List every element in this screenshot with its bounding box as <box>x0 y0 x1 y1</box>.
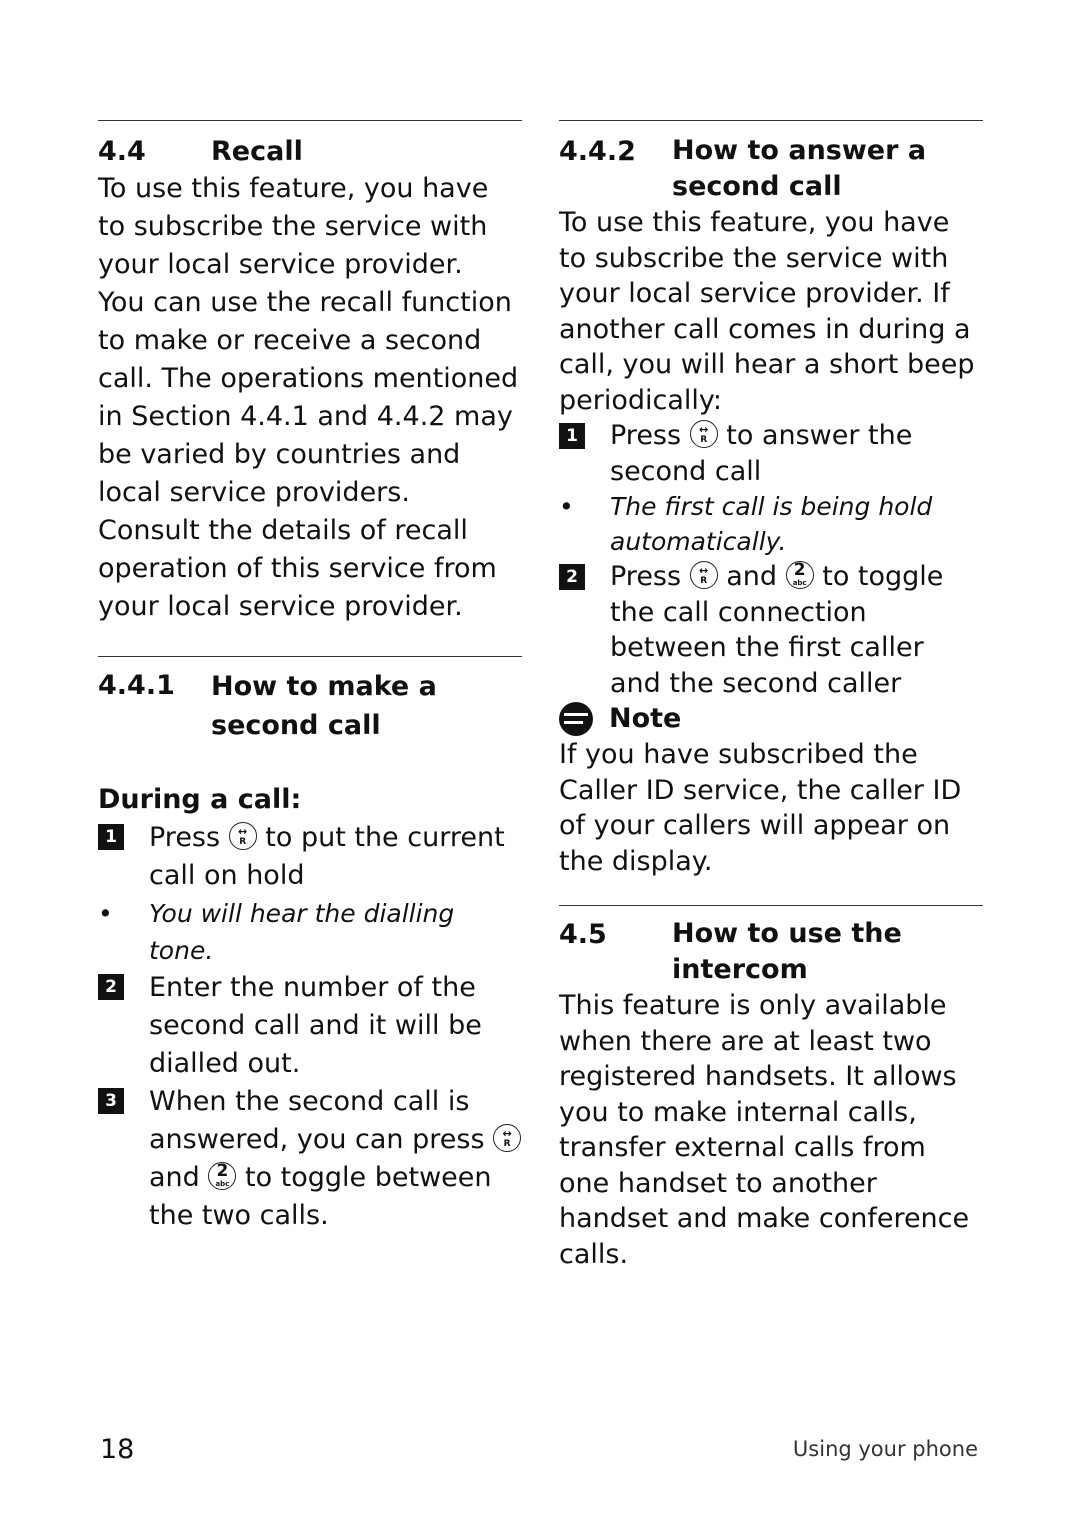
key-2-icon: 2 abc <box>208 1162 237 1190</box>
note-heading: Note <box>559 701 983 737</box>
paragraph: This feature is only available when ther… <box>559 990 970 1270</box>
section-number: 4.4 <box>98 136 146 167</box>
step-3: 3 When the second call is answered, you … <box>98 1083 522 1235</box>
step-number-badge: 2 <box>98 974 124 1000</box>
section-heading-answer-second-call: 4.4.2 How to answer a second call <box>559 133 983 205</box>
section-title: How to make a second call <box>211 671 437 741</box>
section-number: 4.4.2 <box>559 136 636 167</box>
recall-key-icon: ↔ R <box>228 822 257 850</box>
step-1: 1 Press ↔ R to answer the second call <box>559 418 983 489</box>
note-text: If you have subscribed the Caller ID ser… <box>559 739 962 877</box>
section-number: 4.4.1 <box>98 670 175 701</box>
step-number-badge: 1 <box>559 423 585 449</box>
section-number: 4.5 <box>559 919 607 950</box>
footer-section-title: Using your phone <box>792 1437 978 1461</box>
recall-key-icon: ↔ R <box>689 420 718 448</box>
left-column: 4.4 Recall To use this feature, you have… <box>98 120 522 1235</box>
recall-key-icon: ↔ R <box>689 561 718 589</box>
divider <box>559 120 983 121</box>
section-title: Recall <box>211 136 303 167</box>
key-2-icon: 2 abc <box>785 561 814 589</box>
bullet-note: • You will hear the dialling tone. <box>98 899 455 965</box>
step-2: 2 Enter the number of the second call an… <box>98 969 522 1083</box>
section-heading-make-second-call: 4.4.1 How to make a second call <box>98 667 522 745</box>
right-column: 4.4.2 How to answer a second call To use… <box>559 120 983 1272</box>
section-heading-intercom: 4.5 How to use the intercom <box>559 916 983 988</box>
paragraph: You can use the recall function to make … <box>98 287 519 508</box>
divider <box>98 120 522 121</box>
paragraph: To use this feature, you have to subscri… <box>98 173 489 280</box>
section-title: How to answer a second call <box>672 135 927 202</box>
page-number: 18 <box>100 1434 135 1465</box>
recall-key-icon: ↔ R <box>493 1124 522 1152</box>
step-number-badge: 1 <box>98 824 124 850</box>
subheading: During a call: <box>98 784 302 815</box>
paragraph: To use this feature, you have to subscri… <box>559 207 975 416</box>
note-icon <box>559 702 593 736</box>
divider <box>98 656 522 657</box>
step-2: 2 Press ↔ R and 2 abc to toggle the call c… <box>559 559 983 701</box>
divider <box>559 905 983 906</box>
section-heading-recall: 4.4 Recall <box>98 133 522 170</box>
step-number-badge: 3 <box>98 1088 124 1114</box>
step-number-badge: 2 <box>559 564 585 590</box>
paragraph: Consult the details of recall operation … <box>98 515 497 622</box>
bullet-note: • The first call is being hold automatica… <box>559 492 933 556</box>
section-title: How to use the intercom <box>672 918 902 985</box>
step-1: 1 Press ↔ R to put the current call on ho… <box>98 819 522 895</box>
